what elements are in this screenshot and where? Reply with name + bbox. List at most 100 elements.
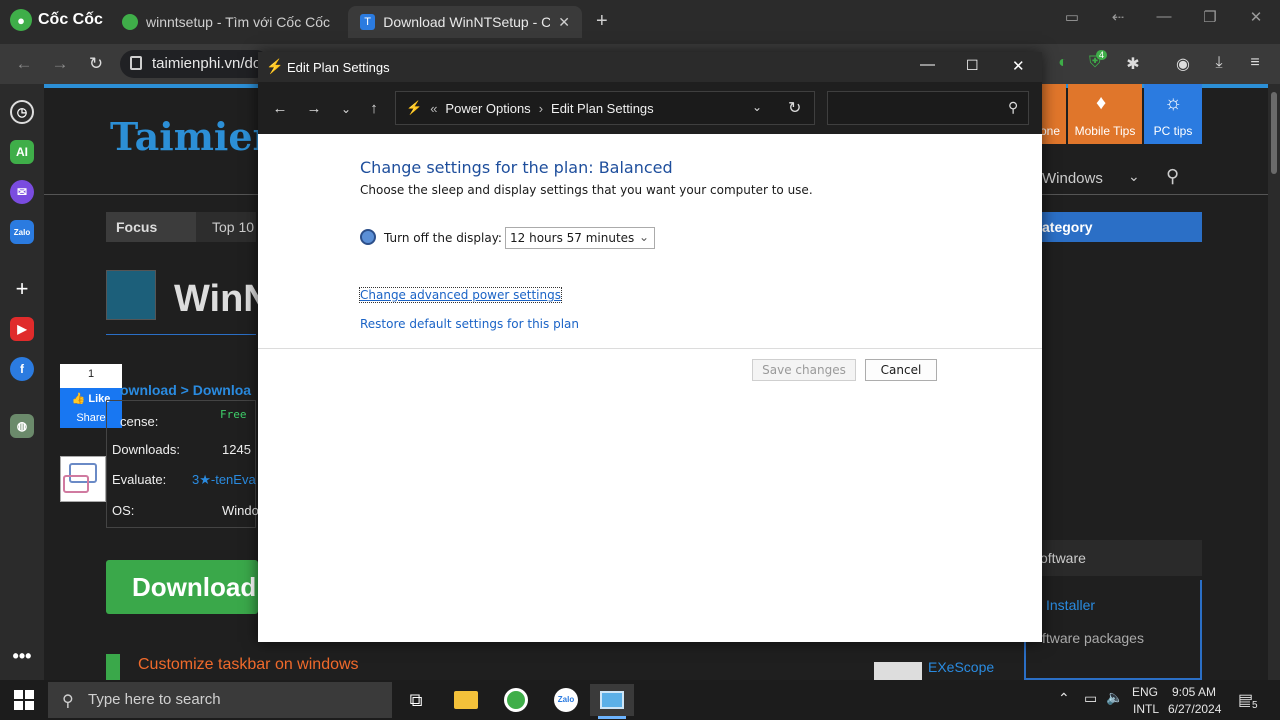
back-icon[interactable]: ← (270, 100, 290, 117)
tab-label: Download WinNTSetup - Cu (383, 14, 551, 30)
breadcrumb-power-options[interactable]: Power Options (445, 101, 530, 116)
leaf-extension-icon[interactable]: ◐ (1052, 54, 1074, 76)
forward-icon[interactable]: → (48, 54, 72, 74)
overflow-chevron-icon[interactable]: « (430, 101, 437, 116)
chevron-down-icon: ⌄ (638, 230, 649, 244)
task-view-icon[interactable]: ⧉ (394, 684, 438, 716)
nav-box-pc-tips[interactable]: ☼ PC tips (1144, 84, 1202, 144)
display-timeout-select[interactable]: 12 hours 57 minutes ⌄ (505, 227, 655, 249)
address-input[interactable]: taimienphi.vn/do (120, 50, 270, 78)
browser-sidebar (0, 84, 44, 680)
menu-icon[interactable]: ≡ (1244, 54, 1266, 76)
tab-search-icon[interactable]: ▭ (1058, 8, 1086, 26)
up-icon[interactable]: ↑ (364, 100, 384, 117)
focus-item[interactable]: Top 10 (196, 212, 256, 242)
window-title-bar[interactable]: ⚡ Edit Plan Settings — ☐ ✕ (258, 52, 1042, 82)
restore-icon[interactable]: ❐ (1196, 8, 1224, 26)
search-icon[interactable]: ⚲ (1166, 166, 1179, 187)
nav-label: Mobile Tips (1074, 124, 1136, 138)
download-icon[interactable]: ⤓ (1208, 54, 1230, 76)
windows-start-icon[interactable] (14, 690, 34, 710)
maximize-icon[interactable]: ☐ (966, 57, 979, 74)
taskbar-search-input[interactable]: Type here to search (48, 682, 392, 718)
messenger-icon[interactable]: ✉ (10, 180, 34, 204)
download-breadcrumb[interactable]: ownload > Downloa (120, 382, 251, 398)
address-dropdown-icon[interactable]: ⌄ (752, 100, 762, 114)
back-icon[interactable]: ← (12, 54, 36, 74)
info-label: cense: (120, 414, 159, 429)
avatar-icon[interactable]: ◍ (10, 414, 34, 438)
site-logo[interactable]: Taimien (110, 114, 280, 159)
category-bar[interactable]: ategory (1024, 212, 1202, 242)
save-changes-button[interactable]: Save changes (752, 359, 856, 381)
file-explorer-icon[interactable] (444, 684, 488, 716)
lock-icon[interactable] (130, 56, 142, 70)
search-icon: ⚲ (62, 693, 74, 710)
article-title: WinN (174, 278, 271, 320)
breadcrumb-edit-plan-settings[interactable]: Edit Plan Settings (551, 101, 654, 116)
software-item[interactable]: ftware packages (1042, 630, 1144, 646)
close-icon[interactable]: ✕ (1012, 57, 1025, 75)
dialog-divider (258, 348, 1042, 349)
coccoc-taskbar-icon[interactable] (494, 684, 538, 716)
browser-brand[interactable]: ● Cốc Cốc (10, 9, 103, 31)
new-tab-button[interactable]: + (596, 10, 608, 33)
windows-menu[interactable]: Windows (1042, 170, 1103, 187)
info-value: Free (220, 408, 247, 421)
advanced-power-settings-link[interactable]: Change advanced power settings (359, 287, 562, 303)
tab-download-winntsetup[interactable]: T Download WinNTSetup - Cu ✕ (348, 6, 582, 38)
reload-icon[interactable]: ↻ (84, 54, 108, 74)
active-app-indicator (598, 716, 626, 719)
volume-icon[interactable]: 🔈 (1106, 689, 1123, 706)
minimize-icon[interactable]: — (1150, 8, 1178, 25)
software-item[interactable]: EXeScope (928, 659, 994, 675)
clock-time[interactable]: 9:05 AM (1172, 685, 1216, 699)
coccoc-logo-icon: ● (10, 9, 32, 31)
chevron-right-icon[interactable]: › (539, 101, 543, 116)
more-icon[interactable]: ••• (10, 644, 34, 668)
network-icon[interactable]: ▭ (1084, 690, 1097, 707)
info-label: Downloads: (112, 442, 180, 457)
chevron-up-icon[interactable]: ⌃ (1058, 690, 1070, 707)
control-panel-icon: ⚡ (406, 100, 423, 115)
page-heading: Change settings for the plan: Balanced (360, 158, 673, 177)
refresh-icon[interactable]: ↻ (788, 98, 801, 118)
display-timeout-label: Turn off the display: (384, 231, 502, 245)
scrollbar-thumb[interactable] (1271, 92, 1277, 174)
forward-icon[interactable]: → (304, 100, 324, 117)
minimize-icon[interactable]: — (920, 56, 935, 73)
zalo-taskbar-icon[interactable]: Zalo (544, 684, 588, 716)
clock-date[interactable]: 6/27/2024 (1168, 702, 1221, 716)
info-value[interactable]: 3★-tenEva (192, 472, 256, 488)
puzzle-extensions-icon[interactable]: ✱ (1122, 54, 1144, 76)
software-header: oftware (1024, 540, 1202, 576)
download-button[interactable]: Download (106, 560, 258, 614)
customize-taskbar-link[interactable]: Customize taskbar on windows (138, 656, 359, 674)
facebook-icon[interactable]: f (10, 357, 34, 381)
chevron-down-icon[interactable]: ⌄ (1128, 168, 1140, 185)
history-icon[interactable]: ◷ (10, 100, 34, 124)
zalo-icon[interactable]: Zalo (10, 220, 34, 244)
profile-icon[interactable]: ◉ (1172, 54, 1194, 76)
close-window-icon[interactable]: ✕ (1242, 8, 1270, 26)
back-arrow-icon[interactable]: ⇠ (1104, 8, 1132, 26)
software-item[interactable]: Installer (1046, 597, 1095, 613)
recent-locations-icon[interactable]: ⌄ (336, 102, 356, 116)
language-indicator[interactable]: ENG (1132, 685, 1158, 699)
tab-search[interactable]: winntsetup - Tìm với Cốc Cốc (110, 6, 342, 38)
restore-defaults-link[interactable]: Restore default settings for this plan (360, 317, 579, 331)
youtube-icon[interactable]: ▶ (10, 317, 34, 341)
control-panel-taskbar-icon[interactable] (590, 684, 634, 716)
search-icon: ⚲ (1008, 99, 1019, 115)
power-options-icon: ⚡ (266, 58, 284, 74)
nav-box-mobile-tips[interactable]: ♦ Mobile Tips (1068, 84, 1142, 144)
ai-icon[interactable]: AI (10, 140, 34, 164)
cancel-button[interactable]: Cancel (865, 359, 937, 381)
add-icon[interactable]: + (10, 276, 34, 301)
keyboard-layout[interactable]: INTL (1133, 702, 1159, 716)
exescope-thumbnail (874, 662, 922, 680)
close-tab-icon[interactable]: ✕ (558, 14, 570, 31)
search-input[interactable] (827, 91, 1029, 125)
focus-tab[interactable]: Focus (106, 212, 196, 242)
comment-icon[interactable] (60, 456, 106, 502)
